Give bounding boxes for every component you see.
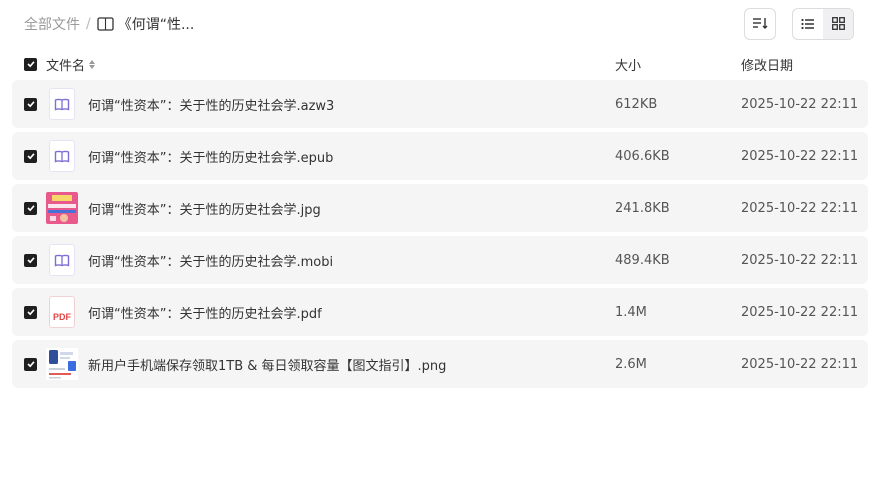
sort-lines-icon: [752, 15, 768, 34]
file-size: 612KB: [615, 96, 658, 112]
breadcrumb: 全部文件 / 《何谓“性...: [24, 14, 194, 34]
file-date: 2025-10-22 22:11: [741, 304, 859, 320]
table-row[interactable]: PDF 何谓“性资本”：关于性的历史社会学.pdf 1.4M 2025-10-2…: [12, 288, 868, 336]
row-checkbox[interactable]: [24, 357, 37, 371]
file-name: 何谓“性资本”：关于性的历史社会学.pdf: [88, 306, 322, 322]
row-checkbox[interactable]: [24, 201, 37, 215]
file-date: 2025-10-22 22:11: [741, 252, 859, 268]
table-row[interactable]: 何谓“性资本”：关于性的历史社会学.epub 406.6KB 2025-10-2…: [12, 132, 868, 180]
book-icon: [97, 17, 114, 31]
file-date: 2025-10-22 22:11: [741, 96, 859, 112]
list-view-button[interactable]: [793, 9, 823, 39]
row-checkbox[interactable]: [24, 149, 37, 163]
grid-view-icon: [831, 15, 845, 34]
column-header-date[interactable]: 修改日期: [741, 55, 868, 74]
table-row[interactable]: 何谓“性资本”：关于性的历史社会学.mobi 489.4KB 2025-10-2…: [12, 236, 868, 284]
breadcrumb-root-link[interactable]: 全部文件: [24, 14, 80, 34]
sort-button[interactable]: [744, 8, 776, 40]
file-size: 1.4M: [615, 304, 647, 320]
row-checkbox[interactable]: [24, 253, 37, 267]
pdf-icon: PDF: [49, 296, 75, 328]
column-header-name[interactable]: 文件名: [46, 55, 615, 74]
sort-arrows-icon: [89, 59, 96, 69]
file-list: 何谓“性资本”：关于性的历史社会学.azw3 612KB 2025-10-22 …: [12, 80, 868, 392]
breadcrumb-separator: /: [86, 16, 91, 32]
list-view-icon: [801, 15, 815, 34]
column-header-name-label: 文件名: [46, 58, 86, 74]
table-row[interactable]: 何谓“性资本”：关于性的历史社会学.jpg 241.8KB 2025-10-22…: [12, 184, 868, 232]
select-all-checkbox[interactable]: [24, 57, 37, 71]
ebook-icon: [49, 244, 75, 276]
ebook-icon: [49, 88, 75, 120]
book-cover-thumbnail: [46, 192, 78, 224]
pdf-icon-label: PDF: [53, 312, 71, 322]
column-header-size[interactable]: 大小: [615, 55, 741, 74]
file-size: 241.8KB: [615, 200, 670, 216]
file-size: 489.4KB: [615, 252, 670, 268]
table-row[interactable]: 何谓“性资本”：关于性的历史社会学.azw3 612KB 2025-10-22 …: [12, 80, 868, 128]
file-name: 何谓“性资本”：关于性的历史社会学.epub: [88, 150, 334, 166]
file-name: 何谓“性资本”：关于性的历史社会学.jpg: [88, 202, 321, 218]
breadcrumb-current: 《何谓“性...: [117, 17, 195, 33]
file-date: 2025-10-22 22:11: [741, 356, 859, 372]
grid-view-button[interactable]: [823, 9, 853, 39]
ebook-icon: [49, 140, 75, 172]
file-name: 何谓“性资本”：关于性的历史社会学.azw3: [88, 98, 335, 114]
file-date: 2025-10-22 22:11: [741, 200, 859, 216]
row-checkbox[interactable]: [24, 97, 37, 111]
view-toggle-group: [792, 8, 854, 40]
row-checkbox[interactable]: [24, 305, 37, 319]
guide-image-thumbnail: [46, 348, 78, 380]
file-name: 何谓“性资本”：关于性的历史社会学.mobi: [88, 254, 334, 270]
file-size: 2.6M: [615, 356, 647, 372]
file-size: 406.6KB: [615, 148, 670, 164]
table-header: 文件名 大小 修改日期: [12, 52, 868, 76]
table-row[interactable]: 新用户手机端保存领取1TB & 每日领取容量【图文指引】.png 2.6M 20…: [12, 340, 868, 388]
file-date: 2025-10-22 22:11: [741, 148, 859, 164]
file-name: 新用户手机端保存领取1TB & 每日领取容量【图文指引】.png: [88, 358, 447, 374]
view-toolbar: [744, 8, 854, 40]
